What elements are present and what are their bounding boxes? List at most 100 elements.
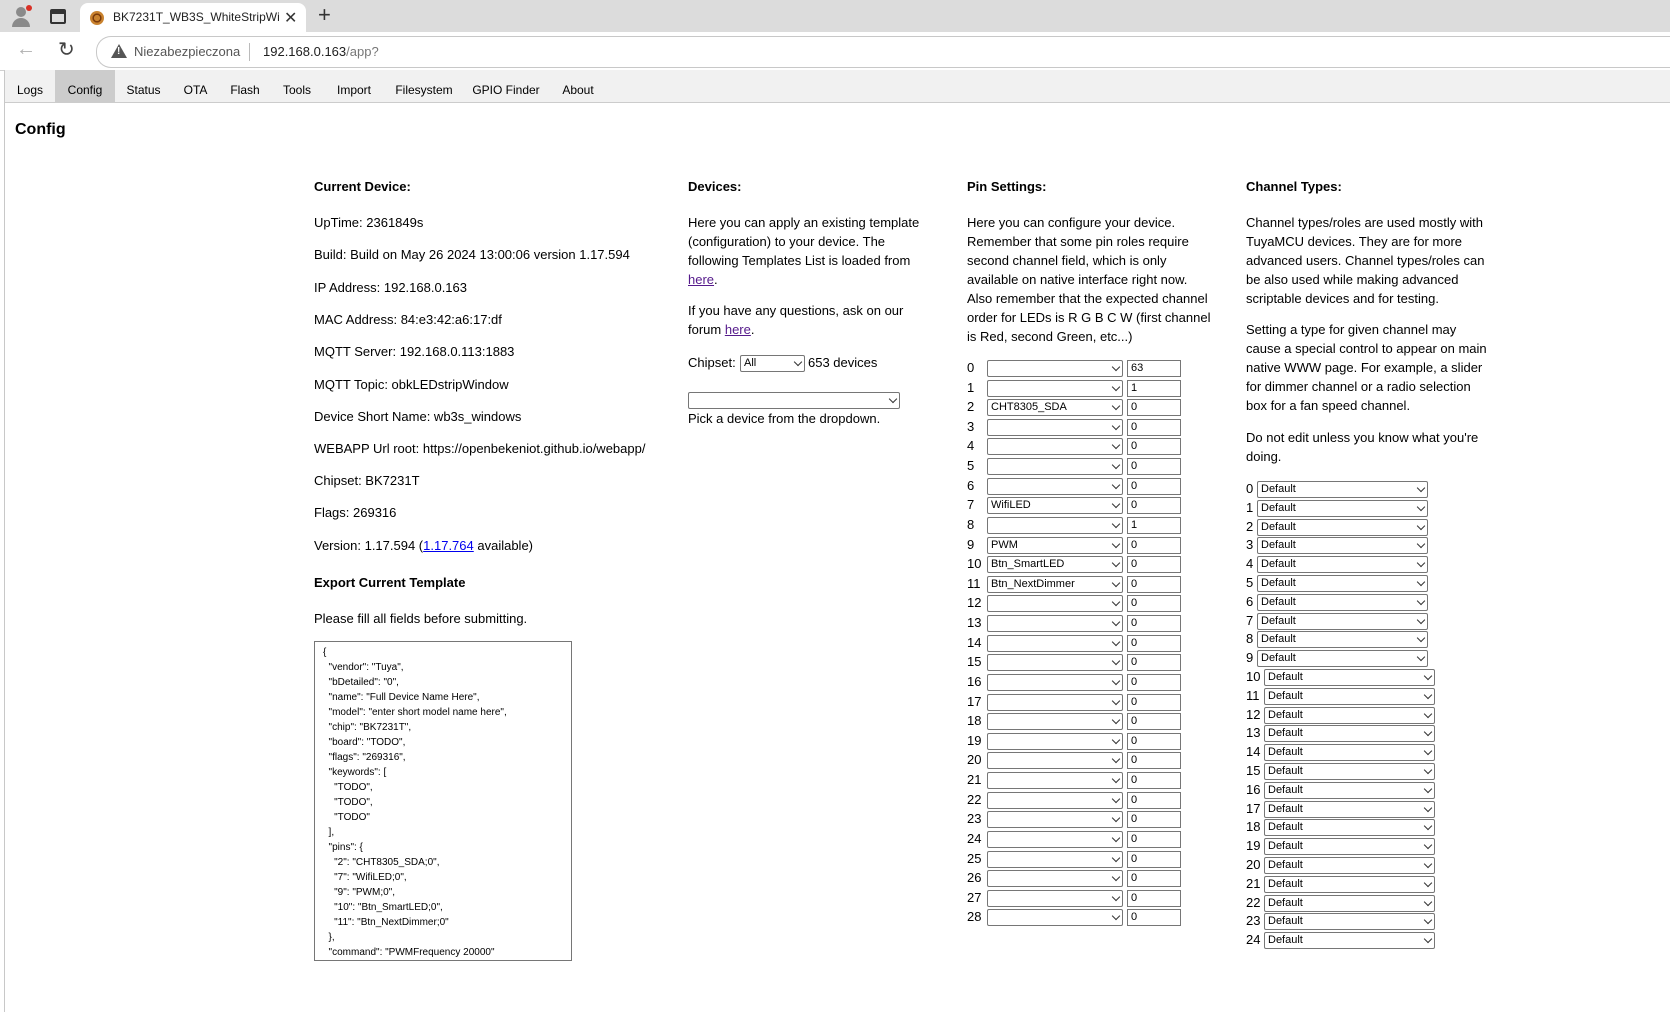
pin-role-select[interactable] (987, 772, 1123, 790)
channel-type-select[interactable]: Default (1257, 650, 1428, 668)
pin-channel-input[interactable]: 0 (1127, 556, 1181, 574)
channel-type-select[interactable]: Default (1264, 763, 1435, 780)
pin-channel-input[interactable]: 0 (1127, 575, 1181, 593)
pin-role-select[interactable] (987, 615, 1123, 633)
browser-tab[interactable]: BK7231T_WB3S_WhiteStripWindow ✕ (80, 3, 306, 32)
new-tab-icon[interactable]: + (318, 2, 331, 28)
pin-role-select[interactable] (987, 732, 1123, 750)
pin-role-select[interactable] (987, 870, 1123, 888)
chipset-filter-select[interactable]: All (740, 355, 805, 372)
pin-channel-input[interactable]: 0 (1127, 811, 1181, 829)
channel-type-select[interactable]: Default (1264, 932, 1435, 950)
pin-channel-input[interactable]: 0 (1127, 909, 1181, 927)
url-text[interactable]: 192.168.0.163/app? (263, 44, 379, 59)
forum-link[interactable]: here (725, 322, 751, 337)
pin-role-select[interactable] (987, 850, 1123, 868)
channel-type-select[interactable]: Default (1264, 819, 1435, 837)
pin-channel-input[interactable]: 0 (1127, 870, 1181, 888)
pin-channel-input[interactable]: 1 (1127, 516, 1181, 534)
channel-type-select[interactable]: Default (1257, 575, 1428, 592)
templates-list-link[interactable]: here (688, 272, 714, 287)
channel-type-select[interactable]: Default (1264, 725, 1435, 743)
pin-role-select[interactable]: Btn_SmartLED (987, 556, 1123, 574)
pin-channel-input[interactable]: 0 (1127, 615, 1181, 633)
channel-type-select[interactable]: Default (1257, 612, 1428, 630)
pin-role-select[interactable] (987, 811, 1123, 829)
pin-role-select[interactable]: Btn_NextDimmer (987, 575, 1123, 593)
pin-role-select[interactable] (987, 752, 1123, 770)
pin-channel-input[interactable]: 0 (1127, 536, 1181, 554)
pin-channel-input[interactable]: 0 (1127, 654, 1181, 672)
pin-channel-input[interactable]: 0 (1127, 438, 1181, 456)
pin-role-select[interactable] (987, 634, 1123, 652)
back-icon[interactable]: ← (16, 38, 36, 61)
pin-channel-input[interactable]: 0 (1127, 497, 1181, 515)
pin-channel-input[interactable]: 0 (1127, 850, 1181, 868)
channel-type-select[interactable]: Default (1257, 537, 1428, 555)
pin-role-select[interactable] (987, 438, 1123, 456)
tab-config[interactable]: Config (55, 70, 115, 102)
pin-role-select[interactable] (987, 595, 1123, 613)
pin-role-select[interactable] (987, 360, 1123, 377)
pin-role-select[interactable] (987, 654, 1123, 672)
tab-gpio-finder[interactable]: GPIO Finder (463, 70, 549, 102)
pin-role-select[interactable] (987, 791, 1123, 809)
pin-role-select[interactable] (987, 673, 1123, 691)
pin-channel-input[interactable]: 0 (1127, 418, 1181, 436)
tab-logs[interactable]: Logs (5, 70, 55, 102)
pin-channel-input[interactable]: 0 (1127, 889, 1181, 907)
channel-type-select[interactable]: Default (1264, 669, 1435, 686)
pin-channel-input[interactable]: 63 (1127, 360, 1181, 377)
template-textarea[interactable]: { "vendor": "Tuya", "bDetailed": "0", "n… (314, 641, 572, 961)
pin-role-select[interactable] (987, 516, 1123, 534)
channel-type-select[interactable]: Default (1257, 593, 1428, 611)
pin-role-select[interactable] (987, 713, 1123, 731)
tab-about[interactable]: About (549, 70, 607, 102)
tab-flash[interactable]: Flash (219, 70, 271, 102)
channel-type-select[interactable]: Default (1264, 894, 1435, 912)
update-version-link[interactable]: 1.17.764 (423, 538, 474, 553)
pin-channel-input[interactable]: 0 (1127, 595, 1181, 613)
pin-channel-input[interactable]: 0 (1127, 634, 1181, 652)
pin-role-select[interactable]: PWM (987, 536, 1123, 554)
pin-role-select[interactable] (987, 889, 1123, 907)
tab-actions-icon[interactable] (50, 9, 66, 24)
pin-role-select[interactable]: CHT8305_SDA (987, 399, 1123, 417)
device-template-select[interactable] (688, 392, 900, 409)
close-tab-icon[interactable]: ✕ (284, 8, 297, 28)
pin-role-select[interactable] (987, 909, 1123, 927)
channel-type-select[interactable]: Default (1257, 556, 1428, 574)
pin-channel-input[interactable]: 0 (1127, 693, 1181, 711)
channel-type-select[interactable]: Default (1264, 838, 1435, 856)
pin-role-select[interactable]: WifiLED (987, 497, 1123, 515)
pin-channel-input[interactable]: 0 (1127, 673, 1181, 691)
profile-icon[interactable] (10, 5, 32, 27)
tab-filesystem[interactable]: Filesystem (385, 70, 463, 102)
pin-channel-input[interactable]: 0 (1127, 772, 1181, 790)
pin-channel-input[interactable]: 0 (1127, 732, 1181, 750)
pin-channel-input[interactable]: 0 (1127, 713, 1181, 731)
reload-icon[interactable]: ↻ (58, 37, 75, 62)
pin-role-select[interactable] (987, 693, 1123, 711)
pin-role-select[interactable] (987, 477, 1123, 495)
pin-channel-input[interactable]: 0 (1127, 830, 1181, 848)
channel-type-select[interactable]: Default (1257, 481, 1428, 498)
channel-type-select[interactable]: Default (1264, 800, 1435, 818)
address-bar[interactable]: Niezabezpieczona 192.168.0.163/app? (96, 36, 1670, 68)
pin-channel-input[interactable]: 0 (1127, 477, 1181, 495)
security-label[interactable]: Niezabezpieczona (134, 44, 240, 59)
channel-type-select[interactable]: Default (1264, 744, 1435, 762)
tab-status[interactable]: Status (115, 70, 172, 102)
pin-channel-input[interactable]: 0 (1127, 458, 1181, 476)
channel-type-select[interactable]: Default (1257, 499, 1428, 517)
tab-tools[interactable]: Tools (271, 70, 323, 102)
channel-type-select[interactable]: Default (1264, 687, 1435, 705)
pin-role-select[interactable] (987, 379, 1123, 397)
channel-type-select[interactable]: Default (1264, 781, 1435, 799)
not-secure-warning-icon[interactable] (111, 44, 127, 58)
pin-channel-input[interactable]: 0 (1127, 752, 1181, 770)
channel-type-select[interactable]: Default (1264, 913, 1435, 931)
channel-type-select[interactable]: Default (1257, 518, 1428, 536)
pin-channel-input[interactable]: 0 (1127, 399, 1181, 417)
channel-type-select[interactable]: Default (1264, 706, 1435, 724)
